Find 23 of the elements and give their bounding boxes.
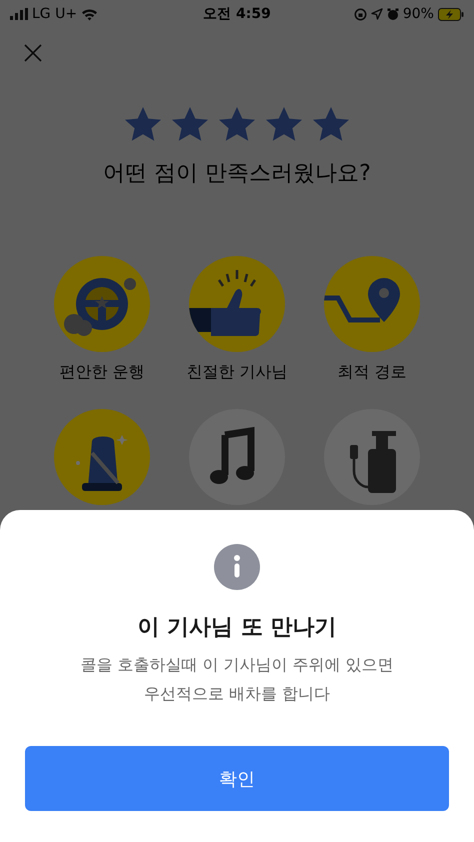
option-label: 친절한 기사님 [186, 362, 288, 383]
filled-star-icon [218, 106, 256, 142]
info-icon [214, 544, 260, 590]
signal-icon [10, 8, 28, 20]
option-label: 편안한 운행 [59, 362, 145, 383]
option-label: 최적 경로 [337, 362, 407, 383]
wifi-icon [81, 8, 98, 20]
battery-charging-icon [438, 8, 464, 20]
confirm-button[interactable]: 확인 [25, 746, 449, 811]
battery-percent: 90% [402, 6, 434, 22]
alarm-icon [386, 8, 399, 20]
rating-question: 어떤 점이 만족스러웠나요? [102, 160, 372, 188]
close-icon [24, 44, 42, 62]
location-icon [370, 8, 383, 20]
status-time: 오전 4:59 [203, 5, 271, 23]
sheet-message: 콜을 호출하실때 이 기사님이 주위에 있으면 우선적으로 배차를 합니다 [80, 654, 394, 705]
rotation-lock-icon [354, 8, 367, 20]
carrier-name: LG U+ [32, 6, 78, 22]
filled-star-icon [124, 106, 162, 142]
filled-star-icon [171, 106, 209, 142]
filled-star-icon [265, 106, 303, 142]
filled-star-icon [312, 106, 350, 142]
sheet-title: 이 기사님 또 만나기 [138, 614, 336, 642]
